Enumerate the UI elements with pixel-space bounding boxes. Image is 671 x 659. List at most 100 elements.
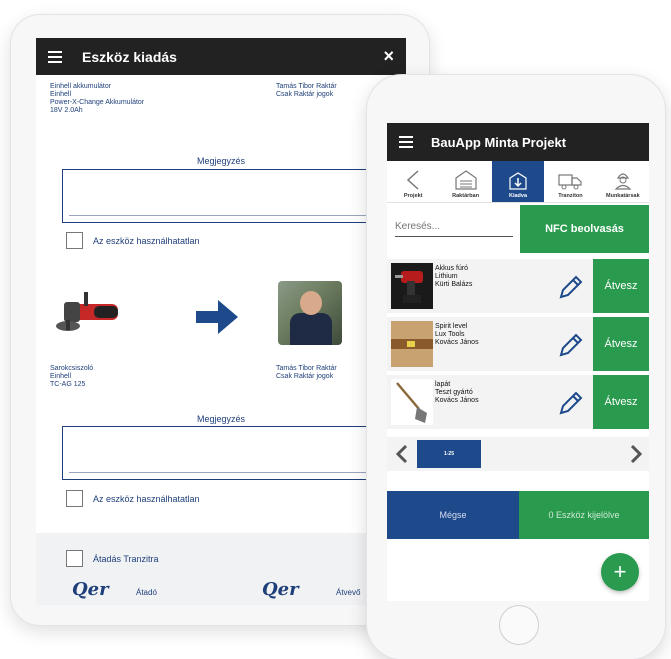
cancel-button[interactable]: Mégse xyxy=(387,491,519,539)
unusable-checkbox[interactable] xyxy=(66,232,83,249)
tab-label: Kiadva xyxy=(508,193,528,199)
pencil-icon[interactable] xyxy=(557,389,585,417)
add-button[interactable]: + xyxy=(601,553,639,591)
close-icon[interactable]: × xyxy=(383,46,394,67)
tab-munkatarsak[interactable]: Munkatársak xyxy=(597,161,649,202)
truck-icon xyxy=(558,174,583,190)
giver-signature[interactable]: Qer xyxy=(72,579,109,600)
action-bar: Mégse 0 Eszköz kijelölve xyxy=(387,491,649,539)
tab-raktarban[interactable]: Raktárban xyxy=(439,161,491,202)
chevron-left-icon xyxy=(407,170,419,190)
menu-icon[interactable] xyxy=(48,50,62,63)
item-name: Spirit level xyxy=(435,323,468,330)
list-item[interactable]: Akkus fúró Lithium Kürti Balázs Átvesz xyxy=(387,259,649,313)
transit-checkbox[interactable] xyxy=(66,550,83,567)
unusable-label: Az eszköz használhatatlan xyxy=(93,493,200,504)
list-item[interactable]: Spirit level Lux Tools Kovács János Átve… xyxy=(387,317,649,371)
tablet-screen: Eszköz kiadás × Einhell akkumulátor Einh… xyxy=(36,38,406,605)
target-person-name: Tamás Tibor Raktár xyxy=(276,365,337,372)
giver-label: Átadó xyxy=(136,588,157,597)
pencil-icon[interactable] xyxy=(557,331,585,359)
unusable-checkbox-row[interactable]: Az eszköz használhatatlan xyxy=(66,232,200,249)
home-button[interactable] xyxy=(499,605,539,645)
tab-label: Munkatársak xyxy=(606,193,640,199)
phone-device: BauApp Minta Projekt Projekt Raktárban K… xyxy=(366,74,666,659)
note-label: Megjegyzés xyxy=(196,156,246,166)
selected-count-button[interactable]: 0 Eszköz kijelölve xyxy=(519,491,649,539)
item-details: Akkus fúró Lithium Kürti Balázs xyxy=(435,265,472,289)
unusable-checkbox-row[interactable]: Az eszköz használhatatlan xyxy=(66,490,200,507)
tablet-footer: Átadás Tranzitra Qer Átadó Qer Átvevő xyxy=(36,533,406,605)
item-brand: Teszt gyártó xyxy=(435,389,473,396)
tab-label: Raktárban xyxy=(452,193,480,199)
spirit-level-thumbnail xyxy=(391,321,433,367)
item-name: lapát xyxy=(435,381,451,388)
source-item-name: Einhell akkumulátor xyxy=(50,83,112,90)
item-holder: Kürti Balázs xyxy=(435,281,473,288)
item-details: Spirit level Lux Tools Kovács János xyxy=(435,323,479,347)
take-over-button[interactable]: Átvesz xyxy=(593,317,649,371)
worker-icon xyxy=(614,173,632,190)
phone-header: BauApp Minta Projekt xyxy=(387,123,649,161)
chevron-right-icon[interactable] xyxy=(629,444,643,464)
tool-item-name: Sarokcsiszoló xyxy=(50,365,94,372)
receiver-signature[interactable]: Qer xyxy=(262,579,299,600)
drill-thumbnail xyxy=(391,263,433,309)
angle-grinder-icon xyxy=(56,292,118,331)
source-person-name: Tamás Tibor Raktár xyxy=(276,83,337,90)
tool-item-details: Sarokcsiszoló Einhell TC-AG 125 xyxy=(50,365,93,389)
note-input[interactable] xyxy=(62,426,392,480)
warehouse-icon xyxy=(455,170,477,190)
transit-label: Átadás Tranzitra xyxy=(93,553,159,564)
take-over-button[interactable]: Átvesz xyxy=(593,259,649,313)
source-item-model: Power-X-Change Akkumulátor xyxy=(50,99,145,106)
page-indicator[interactable]: 1-25 xyxy=(417,440,481,468)
pencil-icon[interactable] xyxy=(557,273,585,301)
tab-projekt[interactable]: Projekt xyxy=(387,161,439,202)
pagination: 1-25 xyxy=(387,437,649,471)
search-input[interactable] xyxy=(395,217,513,237)
source-person-details: Tamás Tibor Raktár Csak Raktár jogok xyxy=(276,83,337,99)
source-item-details: Einhell akkumulátor Einhell Power-X-Chan… xyxy=(50,83,144,115)
source-item-brand: Einhell xyxy=(50,91,72,98)
note-input[interactable] xyxy=(62,169,392,223)
item-details: lapát Teszt gyártó Kovács János xyxy=(435,381,479,405)
tool-item-brand: Einhell xyxy=(50,373,72,380)
tool-item-model: TC-AG 125 xyxy=(50,381,86,388)
arrow-right-icon xyxy=(196,300,238,334)
shovel-thumbnail xyxy=(391,379,433,425)
take-over-button[interactable]: Átvesz xyxy=(593,375,649,429)
transit-checkbox-row[interactable]: Átadás Tranzitra xyxy=(66,550,159,567)
tab-bar: Projekt Raktárban Kiadva Tranziton Munka… xyxy=(387,161,649,203)
tablet-header: Eszköz kiadás × xyxy=(36,38,406,75)
list-item[interactable]: lapát Teszt gyártó Kovács János Átvesz xyxy=(387,375,649,429)
receiver-label: Átvevő xyxy=(336,588,361,597)
chevron-left-icon[interactable] xyxy=(395,444,409,464)
target-person-role: Csak Raktár jogok xyxy=(276,373,334,380)
nfc-scan-button[interactable]: NFC beolvasás xyxy=(520,205,649,253)
search-row: NFC beolvasás xyxy=(387,205,649,253)
tab-label: Projekt xyxy=(403,193,423,199)
note-label: Megjegyzés xyxy=(196,414,246,424)
page-title: Eszköz kiadás xyxy=(82,48,177,65)
item-list: Akkus fúró Lithium Kürti Balázs Átvesz S… xyxy=(387,259,649,433)
handout-icon xyxy=(509,172,527,190)
item-holder: Kovács János xyxy=(435,397,479,404)
item-brand: Lithium xyxy=(435,273,458,280)
tab-tranziton[interactable]: Tranziton xyxy=(544,161,596,202)
phone-screen: BauApp Minta Projekt Projekt Raktárban K… xyxy=(387,123,649,601)
unusable-checkbox[interactable] xyxy=(66,490,83,507)
item-brand: Lux Tools xyxy=(435,331,465,338)
tab-label: Tranziton xyxy=(558,193,583,199)
target-person-details: Tamás Tibor Raktár Csak Raktár jogok xyxy=(276,365,337,381)
project-title: BauApp Minta Projekt xyxy=(431,134,567,150)
marketing-stage: Eszköz kiadás × Einhell akkumulátor Einh… xyxy=(0,0,671,659)
item-name: Akkus fúró xyxy=(435,265,469,272)
avatar xyxy=(278,281,342,345)
source-person-role: Csak Raktár jogok xyxy=(276,91,334,98)
tab-kiadva[interactable]: Kiadva xyxy=(491,161,545,202)
menu-icon[interactable] xyxy=(399,136,413,148)
source-item-spec: 18V 2.0Ah xyxy=(50,107,83,114)
unusable-label: Az eszköz használhatatlan xyxy=(93,235,200,246)
item-holder: Kovács János xyxy=(435,339,479,346)
